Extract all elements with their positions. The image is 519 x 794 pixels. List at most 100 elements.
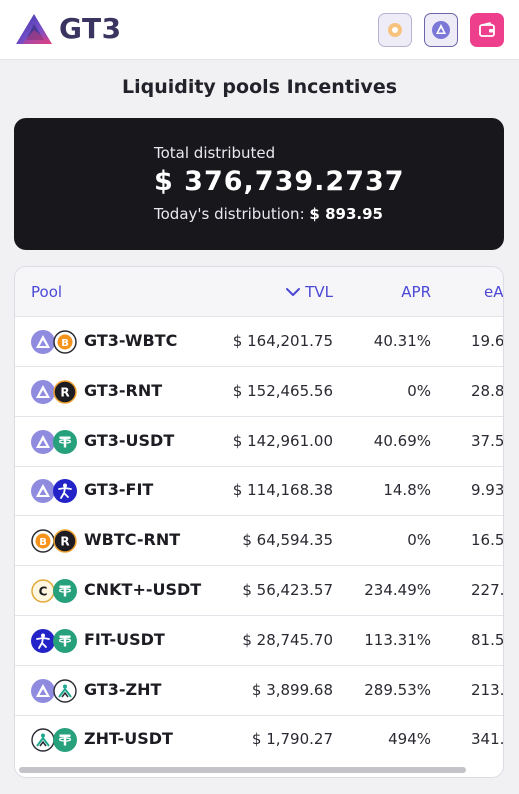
pool-name: GT3-ZHT [84, 679, 162, 699]
network-button[interactable] [424, 13, 458, 47]
usdt-token-icon [53, 579, 77, 603]
pool-tvl: $ 1,790.27 [251, 730, 333, 749]
wallet-button[interactable] [470, 13, 504, 47]
pool-name: ZHT-USDT [84, 729, 173, 749]
token-pair-icons: C [31, 579, 79, 603]
network-icon [432, 21, 450, 39]
table-row[interactable]: ZHT-USDT $ 1,790.27 494% 341.83% [15, 715, 504, 766]
pool-apr: 40.69% [373, 431, 431, 450]
table-row[interactable]: R GT3-RNT $ 152,465.56 0% 28.85% [15, 367, 504, 417]
btc-token-icon: B [53, 330, 77, 354]
zht-token-icon [53, 678, 77, 703]
gt3-token-icon [31, 479, 55, 504]
svg-text:R: R [60, 535, 69, 549]
page-title: Liquidity pools Incentives [121, 76, 398, 98]
coin-button[interactable] [378, 13, 412, 47]
rnt-token-icon: R [53, 380, 77, 404]
pool-tvl: $ 164,201.75 [232, 332, 333, 350]
pool-apr: 494% [388, 730, 431, 749]
token-pair-icons [31, 628, 79, 653]
pool-eapr: 37.54% [471, 431, 504, 450]
pool-eapr: 19.62% [471, 332, 504, 350]
gt3-token-icon [31, 429, 55, 454]
pool-eapr: 16.50% [471, 531, 504, 550]
pool-name: GT3-WBTC [84, 331, 178, 350]
pool-apr: 113.31% [364, 630, 431, 649]
table-row[interactable]: GT3-ZHT $ 3,899.68 289.53% 213.85% [15, 666, 504, 716]
pool-tvl: $ 114,168.38 [232, 481, 333, 500]
table-row[interactable]: C CNKT+-USDT $ 56,423.57 234.49% 227.13% [15, 566, 504, 616]
scrollbar-thumb[interactable] [19, 767, 466, 773]
pool-apr: 289.53% [364, 680, 431, 699]
table-row[interactable]: GT3-USDT $ 142,961.00 40.69% 37.54% [15, 417, 504, 467]
gt3-token-icon [31, 330, 55, 354]
gt3-token-icon [31, 678, 55, 703]
pool-eapr: 28.85% [471, 381, 504, 400]
btc-token-icon: B [31, 529, 55, 553]
usdt-token-icon [53, 728, 77, 753]
token-pair-icons [31, 429, 79, 454]
chevron-down-icon [286, 288, 301, 296]
usdt-token-icon [53, 628, 77, 653]
gt3-token-icon [31, 379, 55, 404]
pools-table: Pool TVL APR eAPR B GT3-WBTC $ 164,201.7… [14, 266, 504, 778]
pool-tvl: $ 142,961.00 [232, 431, 333, 450]
pool-eapr: 227.13% [471, 581, 504, 599]
table-row[interactable]: B R WBTC-RNT $ 64,594.35 0% 16.50% [15, 516, 504, 567]
today-distribution-value: $ 893.95 [309, 205, 383, 223]
pool-name: CNKT+-USDT [84, 580, 202, 599]
column-header-pool[interactable]: Pool [31, 283, 62, 301]
token-pair-icons [31, 728, 79, 753]
pool-name: FIT-USDT [84, 629, 165, 649]
pool-tvl: $ 28,745.70 [242, 630, 333, 649]
pool-eapr: 341.83% [471, 730, 504, 749]
fit-token-icon [53, 479, 77, 504]
svg-text:C: C [39, 585, 48, 599]
svg-text:B: B [39, 537, 47, 548]
pool-tvl: $ 56,423.57 [242, 581, 333, 599]
pool-tvl: $ 152,465.56 [232, 381, 333, 400]
distribution-summary-card: Total distributed $ 376,739.2737 Today's… [14, 118, 504, 250]
pool-apr: 40.31% [373, 332, 431, 350]
token-pair-icons: B [31, 330, 79, 354]
token-pair-icons [31, 479, 79, 504]
pool-apr: 14.8% [383, 481, 431, 500]
fit-token-icon [31, 628, 55, 653]
pool-tvl: $ 64,594.35 [242, 531, 333, 550]
token-pair-icons: R [31, 379, 79, 404]
column-header-eapr[interactable]: eAPR [484, 283, 503, 301]
horizontal-scrollbar[interactable] [15, 763, 503, 777]
cnkt-token-icon: C [31, 579, 55, 603]
pool-apr: 234.49% [364, 581, 431, 599]
top-bar: GT3 [0, 0, 519, 60]
wallet-icon [479, 22, 495, 37]
svg-text:B: B [61, 338, 69, 349]
table-row[interactable]: FIT-USDT $ 28,745.70 113.31% 81.53% [15, 616, 504, 666]
column-header-apr[interactable]: APR [401, 283, 431, 301]
total-distributed-label: Total distributed [154, 144, 276, 162]
token-pair-icons: B R [31, 529, 79, 553]
today-distribution-label: Today's distribution: [154, 205, 305, 223]
pool-tvl: $ 3,899.68 [251, 680, 333, 699]
pool-eapr: 9.93% [471, 481, 504, 500]
coin-icon [388, 23, 402, 37]
table-header: Pool TVL APR eAPR [15, 267, 503, 317]
pool-apr: 0% [407, 381, 431, 400]
pool-name: GT3-RNT [84, 380, 163, 400]
pool-apr: 0% [407, 531, 431, 550]
pool-eapr: 213.85% [471, 680, 504, 699]
token-pair-icons [31, 678, 79, 703]
usdt-token-icon [53, 429, 77, 454]
pool-eapr: 81.53% [471, 630, 504, 649]
gt3-logo-icon[interactable] [14, 12, 54, 46]
pool-name: GT3-FIT [84, 480, 154, 500]
table-row[interactable]: GT3-FIT $ 114,168.38 14.8% 9.93% [15, 466, 504, 517]
brand-name: GT3 [59, 12, 122, 45]
column-header-tvl-label: TVL [305, 283, 333, 301]
svg-text:R: R [60, 385, 69, 399]
pool-name: GT3-USDT [84, 430, 175, 450]
column-header-tvl[interactable]: TVL [285, 283, 333, 301]
table-row[interactable]: B GT3-WBTC $ 164,201.75 40.31% 19.62% [15, 317, 504, 367]
zht-token-icon [31, 728, 55, 753]
today-distribution: Today's distribution: $ 893.95 [154, 205, 383, 223]
